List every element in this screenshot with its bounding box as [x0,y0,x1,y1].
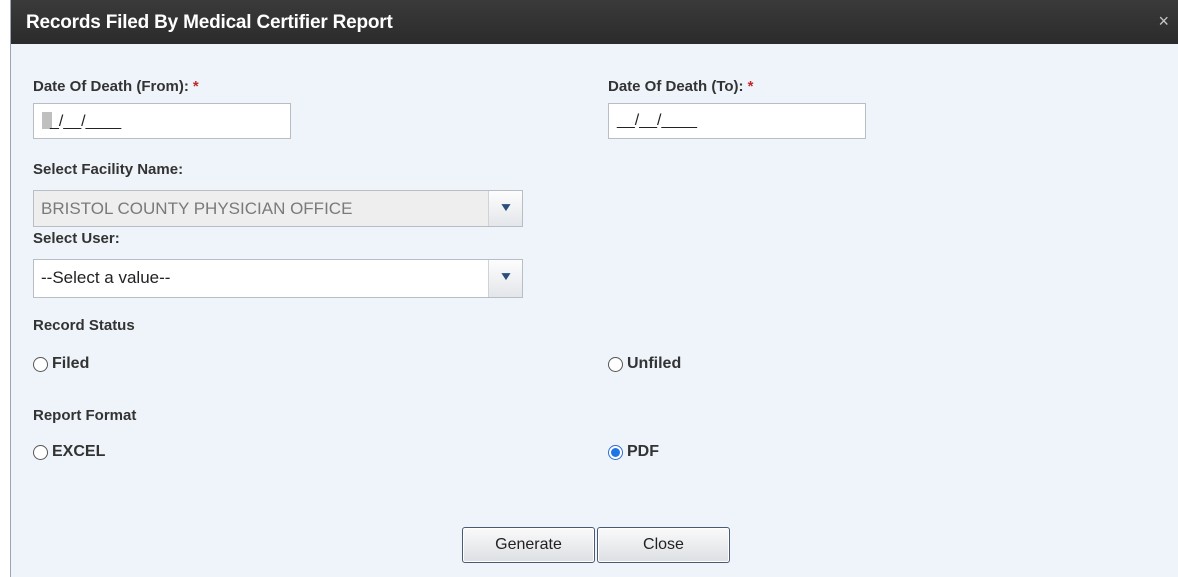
required-marker: * [192,78,199,95]
date-from-mask: _/__/____ [50,113,122,130]
facility-label: Select Facility Name: [33,161,184,178]
facility-select-value: BRISTOL COUNTY PHYSICIAN OFFICE [41,199,353,218]
date-from-input[interactable]: _/__/____ [33,103,291,139]
user-dropdown-button[interactable]: ▼ [488,260,522,297]
chevron-down-icon: ▼ [498,200,514,214]
radio-excel[interactable]: EXCEL [33,443,105,461]
record-status-label: Record Status [33,317,135,334]
date-from-label-text: Date Of Death (From): [33,78,189,95]
user-select-value: --Select a value-- [41,268,171,287]
generate-button[interactable]: Generate [462,527,595,563]
radio-filed-circle[interactable] [33,356,48,372]
dialog-title: Records Filed By Medical Certifier Repor… [26,12,393,33]
close-button[interactable]: Close [597,527,730,563]
radio-pdf-circle[interactable] [608,444,623,460]
radio-excel-circle[interactable] [33,444,48,460]
radio-filed[interactable]: Filed [33,355,89,373]
user-label: Select User: [33,230,120,247]
dialog-title-bar: Records Filed By Medical Certifier Repor… [11,0,1178,44]
radio-unfiled-circle[interactable] [608,356,623,372]
radio-excel-label: EXCEL [52,443,106,460]
radio-pdf[interactable]: PDF [608,443,659,461]
radio-unfiled-label: Unfiled [627,355,682,372]
facility-dropdown-button: ▼ [488,191,522,226]
required-marker: * [747,78,754,95]
date-from-label: Date Of Death (From): * [33,78,199,95]
user-select[interactable]: --Select a value-- ▼ [33,259,523,298]
facility-select: BRISTOL COUNTY PHYSICIAN OFFICE ▼ [33,190,523,227]
report-format-label: Report Format [33,407,137,424]
close-icon[interactable]: × [1158,12,1169,30]
radio-pdf-label: PDF [627,443,659,460]
date-to-label-text: Date Of Death (To): [608,78,744,95]
radio-filed-label: Filed [52,355,90,372]
date-to-input[interactable]: __/__/____ [608,103,866,139]
date-to-mask: __/__/____ [617,112,698,129]
radio-unfiled[interactable]: Unfiled [608,355,681,373]
date-to-label: Date Of Death (To): * [608,78,753,95]
chevron-down-icon: ▼ [498,269,514,283]
report-dialog: Records Filed By Medical Certifier Repor… [10,0,1178,577]
